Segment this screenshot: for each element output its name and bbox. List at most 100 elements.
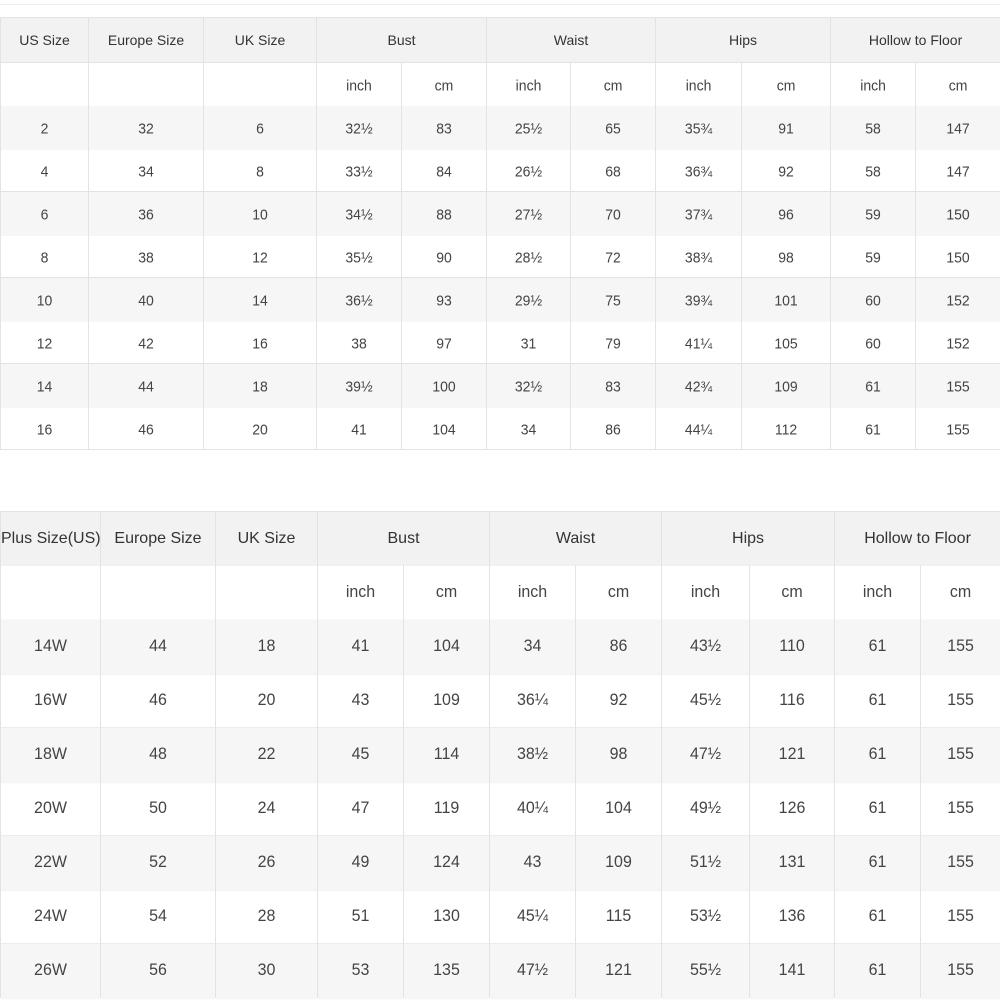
table-cell: 155	[920, 887, 1000, 946]
table-cell: 155	[920, 671, 1000, 730]
table-cell: 97	[400, 318, 488, 366]
header-row: US Size Europe Size UK Size Bust Waist Hips Ho…	[0, 17, 1000, 63]
table-cell: 34½	[316, 189, 402, 237]
hollow-to-floor-unit-label: cm	[915, 60, 1000, 108]
table-cell: 126	[749, 779, 836, 838]
table-cell: 38½	[489, 725, 577, 784]
table-cell: 35½	[316, 232, 402, 280]
table-cell: 22W	[0, 833, 101, 892]
table-cell: 43½	[661, 617, 751, 676]
column-header: Europe Size	[88, 17, 204, 63]
table-cell: 109	[575, 833, 663, 892]
table-cell: 104	[575, 779, 663, 838]
table-row: 16W 46 20 43 109 36¼ 92 45½ 116 61 155	[0, 671, 1000, 730]
table-cell: 24W	[0, 887, 101, 946]
table-cell: 32½	[316, 103, 402, 151]
table-cell: 72	[570, 232, 657, 280]
column-header: Plus Size(US)	[0, 511, 101, 566]
table-cell: 61	[834, 887, 922, 946]
hips-unit-label: cm	[749, 563, 836, 622]
table-cell: 60	[830, 318, 917, 366]
table-cell: 92	[575, 671, 663, 730]
table-cell: 8	[0, 232, 89, 280]
table-cell: 20	[215, 671, 318, 730]
table-cell: 43	[317, 671, 404, 730]
table-cell: 16	[0, 404, 89, 452]
column-header: Bust	[315, 17, 488, 63]
table-cell: 41	[317, 617, 404, 676]
column-header: Waist	[486, 17, 657, 63]
table-cell: 61	[834, 617, 922, 676]
table-cell: 28½	[486, 232, 572, 280]
table-cell: 18	[203, 361, 317, 409]
table-cell: 98	[741, 232, 832, 280]
table-cell: 147	[915, 103, 1000, 151]
empty-cell	[0, 563, 101, 622]
table-cell: 18W	[0, 725, 101, 784]
table-cell: 2	[0, 103, 89, 151]
table-cell: 131	[749, 833, 836, 892]
table-cell: 60	[830, 275, 917, 323]
table-row: 20W 50 24 47 119 40¼ 104 49½ 126 61 155	[0, 779, 1000, 838]
table-cell: 14	[203, 275, 317, 323]
table-cell: 40	[88, 275, 204, 323]
table-row: 12 42 16 38 97 31 79 41¼ 105 60 152	[0, 318, 1000, 366]
table-cell: 4	[0, 146, 89, 194]
table-cell: 18	[215, 617, 318, 676]
table-cell: 20	[203, 404, 317, 452]
bust-unit-label: inch	[316, 60, 402, 108]
table-cell: 6	[0, 189, 89, 237]
table-cell: 79	[570, 318, 657, 366]
table-cell: 46	[88, 404, 204, 452]
table-cell: 42¾	[655, 361, 743, 409]
column-header: Europe Size	[100, 511, 216, 566]
empty-cell	[100, 563, 216, 622]
table-cell: 55½	[661, 941, 751, 1000]
column-header: Waist	[489, 511, 663, 566]
table-cell: 58	[830, 103, 917, 151]
table-cell: 61	[834, 671, 922, 730]
table-cell: 52	[100, 833, 216, 892]
table-cell: 45	[317, 725, 404, 784]
bust-unit-label: cm	[402, 563, 491, 622]
table-cell: 104	[400, 404, 488, 452]
table-cell: 30	[215, 941, 318, 1000]
column-header: UK Size	[203, 17, 317, 63]
table-cell: 26	[215, 833, 318, 892]
table-cell: 38	[88, 232, 204, 280]
table-row: 8 38 12 35½ 90 28½ 72 38¾ 98 59 150	[0, 232, 1000, 280]
table-cell: 53	[317, 941, 404, 1000]
table-cell: 51	[317, 887, 404, 946]
table-cell: 36½	[316, 275, 402, 323]
table-cell: 47	[317, 779, 404, 838]
table-cell: 152	[915, 318, 1000, 366]
column-header: Hollow to Floor	[834, 511, 1000, 566]
table-row: 10 40 14 36½ 93 29½ 75 39¾ 101 60 152	[0, 275, 1000, 323]
table-cell: 83	[570, 361, 657, 409]
table-cell: 61	[834, 725, 922, 784]
table-cell: 45¼	[489, 887, 577, 946]
table-cell: 116	[749, 671, 836, 730]
table-cell: 38	[316, 318, 402, 366]
table-cell: 44	[88, 361, 204, 409]
table-cell: 26W	[0, 941, 101, 1000]
column-header: Bust	[316, 511, 491, 566]
standard-size-chart-table: US Size Europe Size UK Size Bust Waist Hips Ho…	[0, 17, 1000, 452]
table-cell: 33½	[316, 146, 402, 194]
table-cell: 53½	[661, 887, 751, 946]
table-cell: 61	[834, 941, 922, 1000]
hollow-to-floor-unit-label: cm	[920, 563, 1000, 622]
table-cell: 35¾	[655, 103, 743, 151]
table-cell: 61	[830, 361, 917, 409]
table-cell: 39¾	[655, 275, 743, 323]
table-cell: 37¾	[655, 189, 743, 237]
table-cell: 43	[489, 833, 577, 892]
table-cell: 61	[834, 779, 922, 838]
table-cell: 110	[749, 617, 836, 676]
table-cell: 47½	[661, 725, 751, 784]
table-cell: 36¼	[489, 671, 577, 730]
table-cell: 47½	[489, 941, 577, 1000]
table-cell: 75	[570, 275, 657, 323]
table-cell: 136	[749, 887, 836, 946]
table-cell: 155	[920, 725, 1000, 784]
